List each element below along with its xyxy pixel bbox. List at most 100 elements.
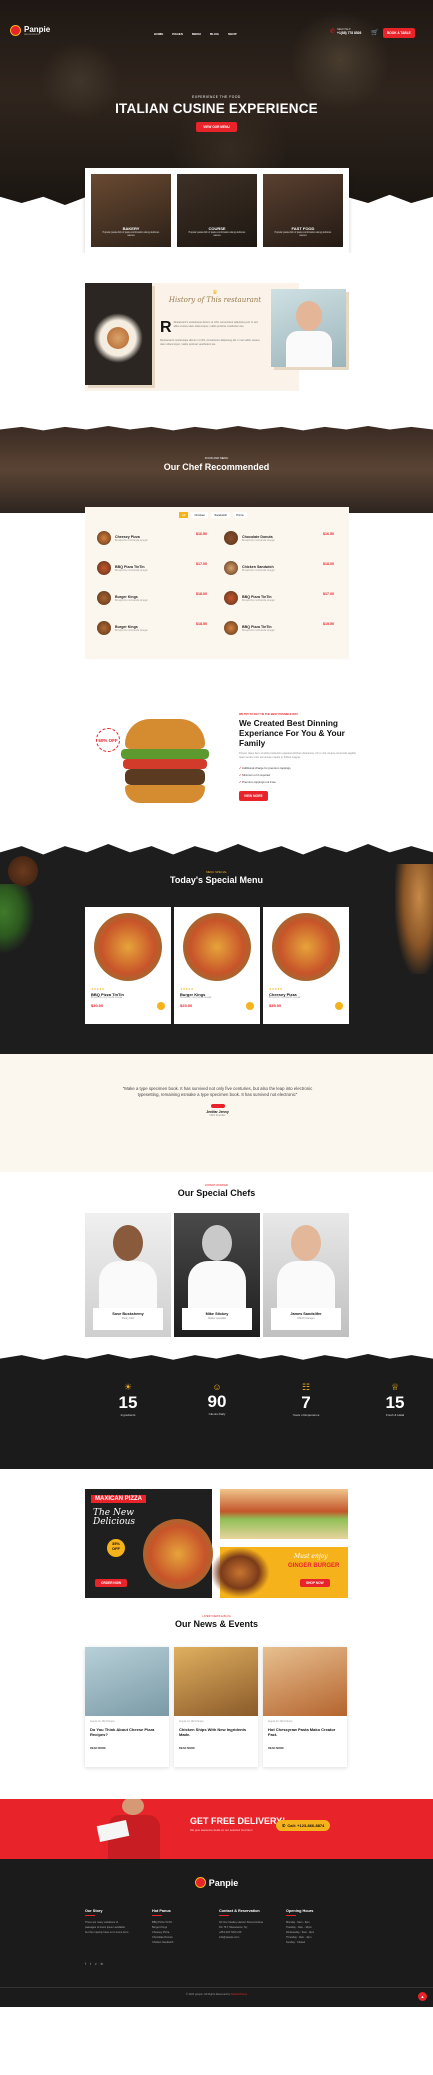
book-table-button[interactable]: BOOK A TABLE — [383, 28, 415, 38]
crown-icon: ♛ — [212, 290, 218, 296]
special-card[interactable]: ★★★★★ Cheesey Pizza Bruspinchu mozzarella … — [263, 907, 349, 1024]
header-phone[interactable]: ✆ NEED HELP +1(88) 778 8526 — [330, 28, 361, 35]
feature-card[interactable]: BAKERY Popular pasta dish of pasta combin… — [91, 174, 171, 247]
menu-item-image — [224, 621, 238, 635]
order-now-button[interactable]: ORDER NOW — [95, 1579, 128, 1587]
menu-item-desc: Bruspinchu mozzarella vinegar — [242, 538, 275, 542]
footer-line: but the majority have su in some form. — [85, 1931, 129, 1934]
menu-item-image — [224, 591, 238, 605]
menu-item-image — [97, 591, 111, 605]
stat-label: Ingredients — [120, 1413, 136, 1417]
pizza-image — [143, 1519, 213, 1589]
feature-panel: BAKERY Popular pasta dish of pasta combin… — [85, 168, 349, 253]
news-title[interactable]: Hot Chessyraw Pasta Mako Creator Fact. — [268, 1727, 344, 1737]
read-more-link[interactable]: READ MORE — [90, 1747, 106, 1750]
footer-column: Hot Panus BBQ Pizza TinTin Burger Kings Che… — [152, 1909, 216, 1945]
logo[interactable]: Panpie DELICIOUS FOOD — [10, 25, 50, 36]
news-title[interactable]: Chicken Ships With New Ingridents Made. — [179, 1727, 255, 1737]
about-section: 50% OFF WE TRY TO DO IT IN THE BEST POSS… — [0, 688, 433, 848]
menu-item-price: $16.50 — [323, 532, 334, 536]
chef-photo — [113, 1225, 143, 1261]
menu-item[interactable]: Chicken Sandwich Bruspinchu mozzarella vi… — [224, 559, 334, 577]
news-title[interactable]: Do You Think About Cheese Pizza Recipes? — [90, 1727, 166, 1737]
phone-icon: ✆ — [330, 29, 336, 35]
news-card[interactable]: August 12, 2021 Panpie Do You Think About… — [85, 1647, 169, 1767]
menu-item[interactable]: BBQ Pizza TinTin Bruspinchu mozzarella vi… — [224, 619, 334, 637]
menu-item[interactable]: BBQ Pizza TinTin Bruspinchu mozzarella vi… — [224, 589, 334, 607]
tab-sandwich[interactable]: Sandwich — [211, 512, 231, 518]
nav-menu[interactable]: MENU — [192, 32, 201, 36]
menu-item[interactable]: Burger Kings Bruspinchu mozzarella vinega… — [97, 589, 207, 607]
news-card[interactable]: August 12, 2021 Panpie Chicken Ships With… — [174, 1647, 258, 1767]
burger-promo-banner[interactable]: Must enjoy GINGER BURGER SHOP NOW — [210, 1547, 348, 1598]
read-more-link[interactable]: READ MORE — [179, 1747, 195, 1750]
delivery-title: GET FREE DELIVERY! — [190, 1816, 286, 1826]
about-view-more-button[interactable]: VIEW MORE — [239, 790, 268, 801]
twitter-icon[interactable]: t — [90, 1962, 91, 1966]
cart-icon[interactable] — [335, 1002, 343, 1010]
burger-image — [115, 714, 215, 819]
special-card[interactable]: ★★★★★ Burger Kings Bruspinchu mozzarella v… — [174, 907, 260, 1024]
view-menu-button[interactable]: VIEW OUR MENU — [196, 122, 237, 132]
tab-chicken[interactable]: Chicken — [191, 512, 209, 518]
nav-home[interactable]: HOME — [154, 32, 163, 36]
menu-item[interactable]: BBQ Pizza TinTin Bruspinchu mozzarella vi… — [97, 559, 207, 577]
special-item-desc: Bruspinchu mozzarella vinegar — [180, 997, 212, 999]
nav-blog[interactable]: BLOG — [210, 32, 219, 36]
chef-card[interactable]: James Sandslifer ASIAN manager — [263, 1213, 349, 1337]
menu-item-desc: Bruspinchu mozzarella vinegar — [242, 628, 275, 632]
pizza-promo-banner[interactable]: MAXICAN PIZZA The New Delicious 35% OFF … — [85, 1489, 213, 1598]
vimeo-icon[interactable]: v — [95, 1962, 97, 1966]
feature-card[interactable]: COURSE Popular pasta dish of pasta combin… — [177, 174, 257, 247]
chef-card[interactable]: Mike Stickey Master specialist — [174, 1213, 260, 1337]
menu-item-image — [224, 561, 238, 575]
main-nav: HOME PAGES MENU BLOG SHOP — [154, 32, 237, 36]
news-image — [85, 1647, 169, 1716]
cart-icon[interactable]: 🛒 — [371, 29, 378, 36]
stat-item: ☷ 7 Years of Experience — [263, 1382, 349, 1417]
feature-card[interactable]: FAST FOOD Popular pasta dish of pasta com… — [263, 174, 343, 247]
history-photo-left — [85, 283, 152, 385]
footer-logo[interactable]: Panpie — [194, 1877, 238, 1888]
scroll-top-button[interactable]: ▲ — [418, 1992, 427, 2001]
menu-item-image — [224, 531, 238, 545]
testimonial-section: "Make a type specimen book. It has survi… — [0, 1054, 433, 1172]
tab-all[interactable]: All — [179, 512, 189, 518]
menu-item-desc: Bruspinchu mozzarella vinegar — [115, 598, 148, 602]
pizza-image — [94, 913, 162, 981]
special-item-price: $25.00 — [180, 1003, 193, 1008]
menu-item-desc: Bruspinchu mozzarella vinegar — [242, 568, 275, 572]
tab-pizza[interactable]: Pizza — [233, 512, 247, 518]
special-card[interactable]: ★★★★★ BBQ Pizza TinTin Bruspinchu mozzarel… — [85, 907, 171, 1024]
shop-now-button[interactable]: SHOP NOW — [300, 1579, 330, 1587]
nav-pages[interactable]: PAGES — [172, 32, 183, 36]
hat-icon: ♕ — [390, 1382, 400, 1392]
read-more-link[interactable]: READ MORE — [268, 1747, 284, 1750]
nav-shop[interactable]: SHOP — [228, 32, 237, 36]
chef-rec-banner: FOOD AND MENU Our Chef Recommended — [0, 426, 433, 513]
menu-item[interactable]: Chocolate Donuts Bruspinchu mozzarella vi… — [224, 529, 334, 547]
call-button[interactable]: ✆ Call: +123-866-8874 — [276, 1820, 331, 1831]
feature-card-text: Popular pasta dish of pasta combination … — [274, 232, 332, 237]
footer-column-title: Opening Hours — [286, 1909, 314, 1913]
chef-card[interactable]: Sove Buskshemy Pastry Chef — [85, 1213, 171, 1337]
menu-item-image — [97, 621, 111, 635]
stat-number: 15 — [118, 1393, 138, 1412]
menu-item[interactable]: Cheesey Pizza Bruspinchu mozzarella vineg… — [97, 529, 207, 547]
cart-icon[interactable] — [157, 1002, 165, 1010]
copyright: © 2021 panpie. All Rights Reserved by Ra… — [185, 1993, 248, 1996]
testimonial-quote: "Make a type specimen book. It has survi… — [122, 1086, 313, 1098]
linkedin-icon[interactable]: in — [101, 1962, 104, 1966]
sandwich-banner[interactable] — [220, 1489, 348, 1539]
facebook-icon[interactable]: f — [85, 1962, 86, 1966]
cart-icon[interactable] — [246, 1002, 254, 1010]
news-card[interactable]: August 12, 2021 Panpie Hot Chessyraw Past… — [263, 1647, 347, 1767]
footer-line: info@panpie.com — [219, 1936, 240, 1939]
special-section: MENU SPECIAL Today's Special Menu ★★★★★ B… — [0, 844, 433, 1054]
menu-item[interactable]: Burger Kings Bruspinchu mozzarella vinega… — [97, 619, 207, 637]
feature-card-title: COURSE — [208, 226, 226, 231]
footer-line[interactable]: Chicken Sandwich — [152, 1940, 216, 1945]
menu-item-price: $19.50 — [323, 622, 334, 626]
chef-name: James Sandslifer — [290, 1312, 322, 1316]
stat-item: ☺ 90 Clients Daily — [174, 1382, 260, 1416]
